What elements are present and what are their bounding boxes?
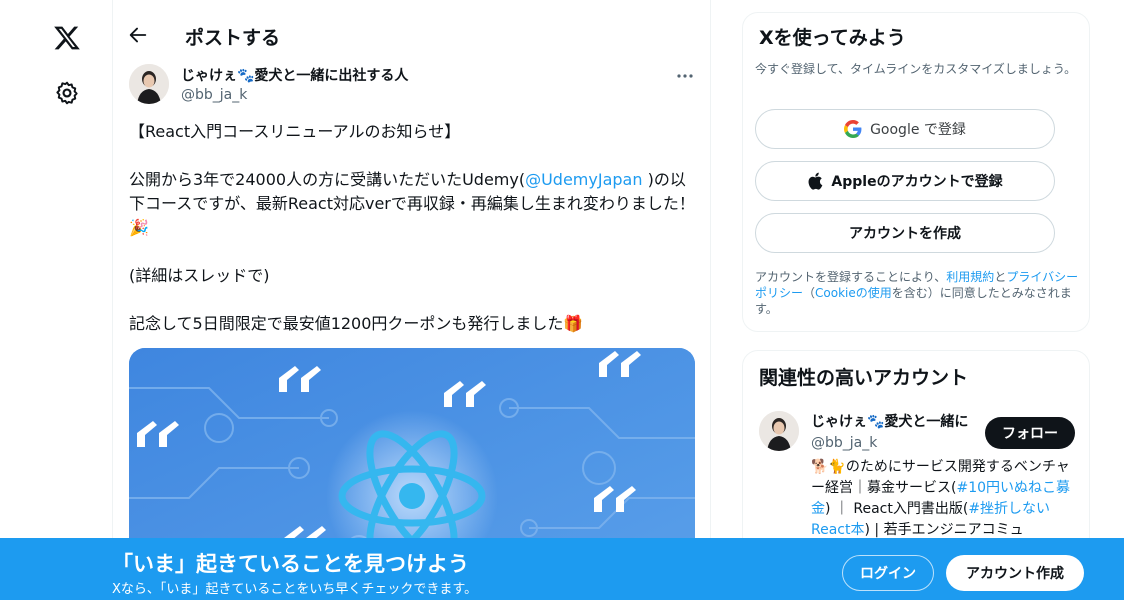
author-name[interactable]: じゃけぇ🐾愛犬と一緒に出社する人 — [181, 65, 408, 85]
google-icon — [844, 120, 862, 138]
related-account-handle[interactable]: @bb_ja_k — [811, 435, 877, 451]
avatar[interactable] — [129, 64, 169, 104]
google-signup-button[interactable]: Google で登録 — [755, 109, 1055, 149]
apple-icon — [808, 172, 823, 190]
arrow-left-icon[interactable] — [127, 24, 149, 46]
post-line-4: 記念して5日間限定で最安値1200円クーポンも発行しました🎁 — [129, 314, 584, 333]
create-account-button[interactable]: アカウントを作成 — [755, 213, 1055, 253]
banner-subtitle: Xなら、「いま」起きていることをいち早くチェックできます。 — [112, 582, 478, 597]
header: ポストする — [113, 14, 710, 58]
post-author: じゃけぇ🐾愛犬と一緒に出社する人 @bb_ja_k — [129, 64, 695, 110]
login-button[interactable]: ログイン — [842, 555, 934, 591]
banner-title: 「いま」起きていることを見つけよう — [112, 552, 469, 576]
right-sidebar: Xを使ってみよう 今すぐ登録して、タイムラインをカスタマイズしましょう。 Goo… — [742, 0, 1090, 600]
gear-icon[interactable] — [54, 80, 80, 106]
legal-text: アカウントを登録することにより、利用規約とプライバシーポリシー（Cookieの使… — [755, 270, 1079, 316]
signup-card-subtitle: 今すぐ登録して、タイムラインをカスタマイズしましょう。 — [755, 62, 1077, 76]
signup-banner: 「いま」起きていることを見つけよう Xなら、「いま」起きていることをいち早くチェ… — [0, 538, 1124, 600]
x-logo-icon[interactable] — [52, 24, 82, 52]
terms-link[interactable]: 利用規約 — [946, 270, 994, 284]
post-line-1: 【React入門コースリニューアルのお知らせ】 — [129, 122, 461, 141]
signup-button[interactable]: アカウント作成 — [946, 555, 1084, 591]
left-nav — [0, 0, 112, 600]
post-line-2: 公開から3年で24000人の方に受講いただいたUdemy(@UdemyJapan… — [129, 170, 695, 237]
app-root: ポストする じゃけぇ🐾愛犬と一緒に出社する人 @bb_ja_k 【React入門… — [0, 0, 1124, 600]
apple-signup-label: Appleのアカウントで登録 — [831, 174, 1003, 190]
page-title: ポストする — [185, 27, 281, 49]
mention-link[interactable]: @UdemyJapan — [525, 170, 642, 189]
avatar[interactable] — [759, 411, 799, 451]
ellipsis-icon[interactable] — [675, 68, 695, 84]
google-signup-label: Google で登録 — [870, 122, 966, 138]
follow-button[interactable]: フォロー — [985, 417, 1075, 449]
apple-signup-button[interactable]: Appleのアカウントで登録 — [755, 161, 1055, 201]
create-account-label: アカウントを作成 — [849, 226, 961, 242]
cookie-link[interactable]: Cookieの使用 — [815, 286, 892, 300]
signup-card-title: Xを使ってみよう — [759, 27, 906, 49]
author-handle[interactable]: @bb_ja_k — [181, 87, 247, 103]
signup-card: Xを使ってみよう 今すぐ登録して、タイムラインをカスタマイズしましょう。 Goo… — [742, 12, 1090, 332]
related-title: 関連性の高いアカウント — [759, 367, 969, 389]
post-line-3: (詳細はスレッドで) — [129, 266, 270, 285]
post-text: 【React入門コースリニューアルのお知らせ】 公開から3年で24000人の方に… — [129, 120, 695, 336]
main-column: ポストする じゃけぇ🐾愛犬と一緒に出社する人 @bb_ja_k 【React入門… — [112, 0, 711, 600]
related-account-bio: 🐕🐈のためにサービス開発するベンチャー経営｜募金サービス(#10円いぬねこ募金)… — [811, 459, 1071, 538]
related-account-name[interactable]: じゃけぇ🐾愛犬と一緒に — [811, 411, 973, 431]
